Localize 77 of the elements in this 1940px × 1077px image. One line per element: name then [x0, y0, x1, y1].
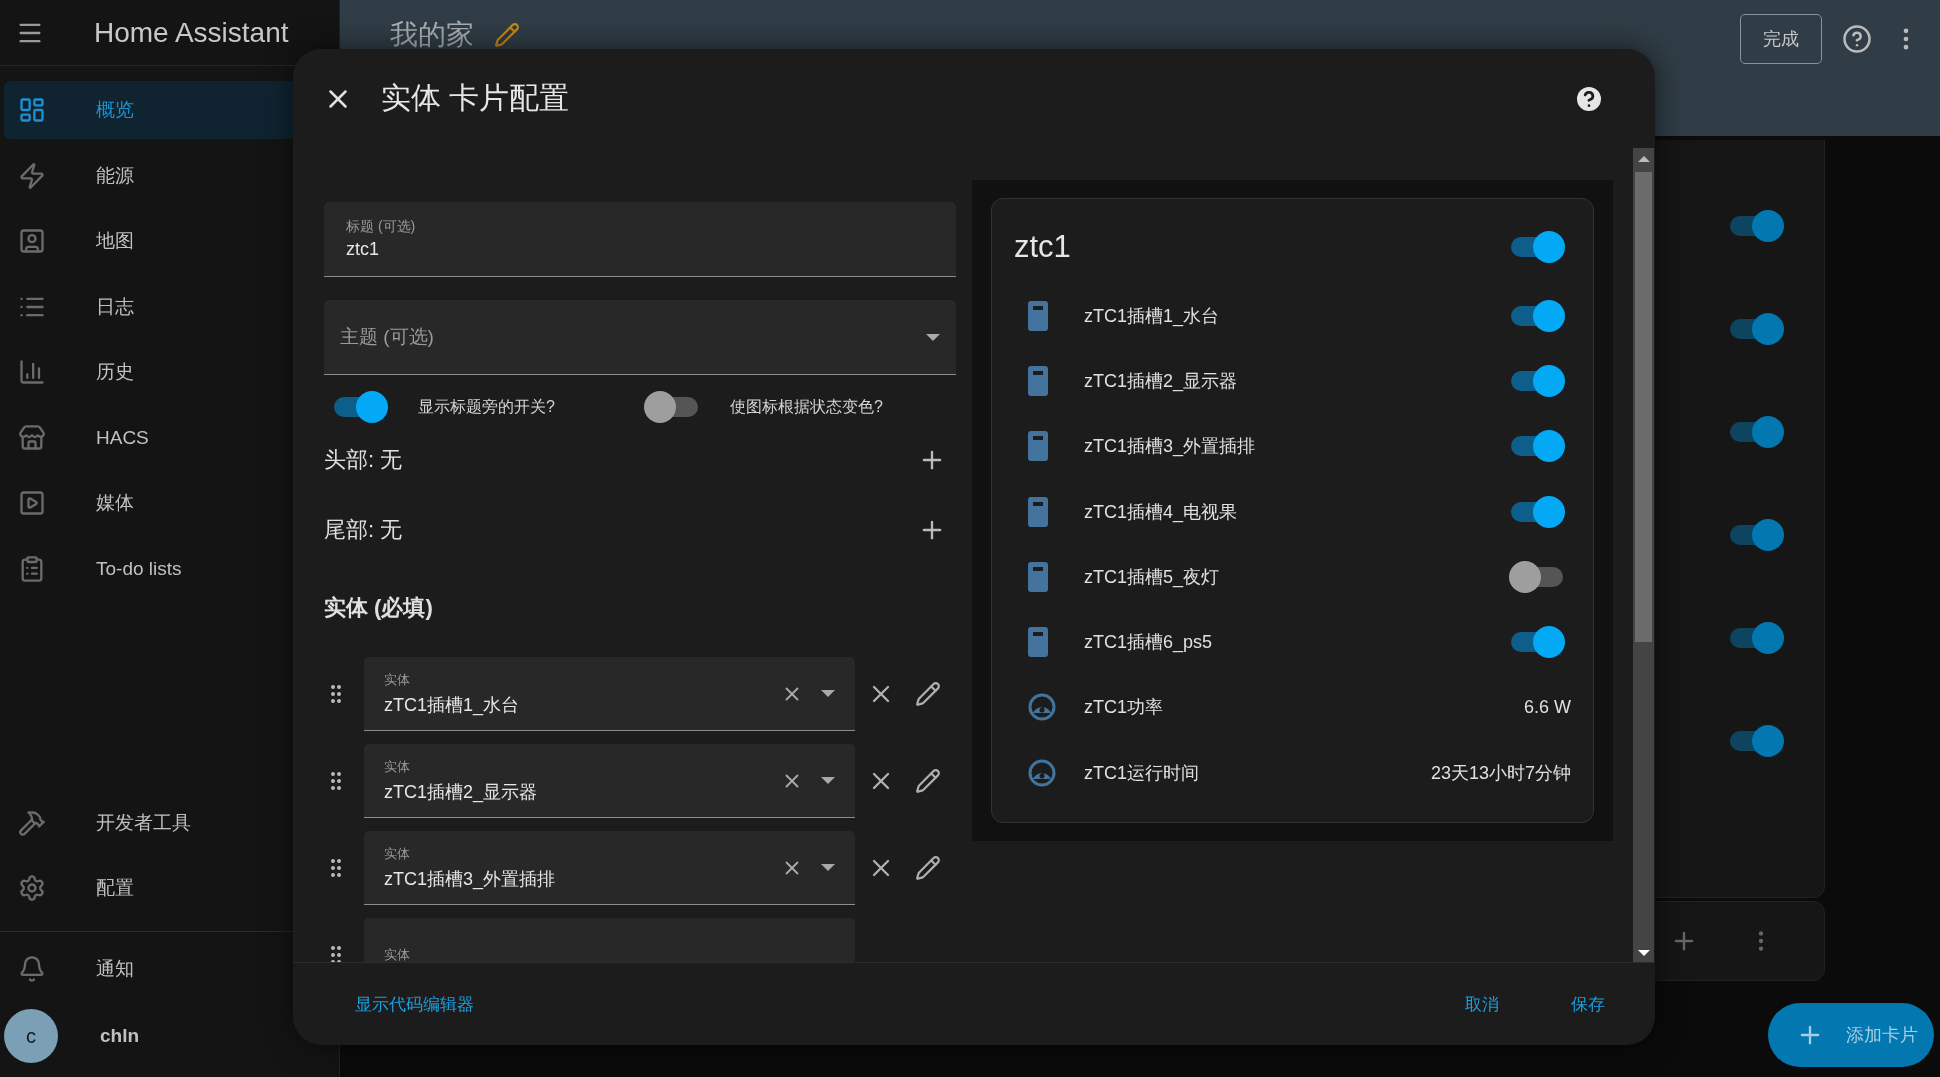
gauge-icon	[1028, 758, 1056, 787]
section-label: 尾部: 无	[324, 516, 403, 544]
entity-field[interactable]: 实体 zTC1插槽3_外置插排	[364, 831, 855, 905]
toggle-switch[interactable]	[1509, 560, 1565, 593]
entity-name: zTC1插槽6_ps5	[1084, 631, 1214, 655]
toggle-switch[interactable]	[1509, 231, 1565, 263]
toggle-switch[interactable]	[1728, 416, 1784, 448]
settings-icon	[18, 874, 46, 902]
lightning-icon	[18, 161, 46, 190]
toggle-switch[interactable]	[1509, 364, 1565, 397]
person-card-icon	[18, 227, 46, 255]
entity-name: zTC1插槽4_电视果	[1084, 500, 1239, 524]
bar-chart-icon	[18, 358, 46, 386]
hammer-icon	[18, 808, 46, 837]
device-icon	[1028, 300, 1048, 331]
switch-label: 使图标根据状态变色?	[730, 396, 883, 417]
toggle-switch[interactable]	[1728, 622, 1784, 654]
entity-name: zTC1插槽1_水台	[1084, 304, 1221, 328]
toggle-switch[interactable]	[1509, 495, 1565, 528]
section-heading: 实体 (必填)	[324, 595, 434, 621]
pencil-icon[interactable]	[915, 768, 941, 794]
user-name: chln	[100, 1025, 140, 1047]
sidebar-item[interactable]: 能源	[4, 146, 335, 205]
entity-name: zTC1插槽2_显示器	[1084, 369, 1239, 393]
toggle-switch[interactable]	[1728, 519, 1784, 551]
switch-label: 显示标题旁的开关?	[418, 396, 555, 417]
entity-name: zTC1插槽5_夜灯	[1084, 565, 1221, 589]
footer-button[interactable]: 保存	[1561, 984, 1615, 1024]
play-icon	[18, 489, 46, 517]
entity-field[interactable]: 实体	[364, 918, 855, 962]
entity-name: zTC1功率	[1084, 696, 1164, 720]
dialog-title: 实体 卡片配置	[381, 80, 570, 116]
toggle-switch[interactable]	[1728, 725, 1784, 757]
toggle-switch[interactable]	[1509, 626, 1565, 659]
toggle-switch[interactable]	[1509, 430, 1565, 463]
dashboard-title: 我的家	[390, 18, 474, 52]
scrollbar[interactable]	[1633, 148, 1654, 962]
toggle-switch[interactable]	[644, 391, 700, 423]
entity-value: 6.6 W	[1524, 696, 1571, 718]
user-avatar[interactable]: c	[4, 1009, 58, 1063]
bell-icon	[18, 954, 46, 983]
dashboard-icon	[18, 96, 46, 124]
toggle-switch[interactable]	[332, 391, 388, 423]
entity-value: 23天13小时7分钟	[1430, 761, 1571, 785]
store-icon	[18, 423, 46, 452]
device-icon	[1028, 496, 1048, 527]
caret-icon	[926, 333, 940, 341]
pencil-icon[interactable]	[915, 855, 941, 881]
app-title: Home Assistant	[94, 16, 289, 49]
entity-field[interactable]: 实体 zTC1插槽1_水台	[364, 657, 855, 731]
title-field[interactable]: 标题 (可选) ztc1	[324, 202, 956, 277]
code-editor-link[interactable]: 显示代码编辑器	[345, 984, 484, 1024]
device-icon	[1028, 431, 1048, 462]
sidebar-item[interactable]: 通知	[4, 939, 335, 998]
sidebar-item[interactable]: 配置	[4, 859, 335, 917]
footer-button[interactable]: 取消	[1455, 984, 1509, 1024]
toggle-switch[interactable]	[1728, 313, 1784, 345]
card-title: ztc1	[1014, 229, 1071, 265]
toggle-switch[interactable]	[1728, 210, 1784, 242]
device-icon	[1028, 627, 1048, 658]
entity-name: zTC1插槽3_外置插排	[1084, 435, 1257, 459]
caret-icon	[821, 777, 835, 784]
theme-select[interactable]: 主题 (可选)	[324, 300, 956, 375]
device-icon	[1028, 365, 1048, 396]
help-icon[interactable]	[1842, 24, 1872, 54]
pencil-icon[interactable]	[915, 681, 941, 707]
caret-icon	[821, 690, 835, 697]
toggle-switch[interactable]	[1509, 299, 1565, 332]
sidebar-item[interactable]: 开发者工具	[4, 793, 335, 852]
entity-name: zTC1运行时间	[1084, 761, 1200, 785]
caret-icon	[821, 864, 835, 871]
pencil-icon[interactable]	[494, 22, 520, 48]
device-icon	[1028, 561, 1048, 592]
done-button[interactable]: 完成	[1740, 14, 1822, 64]
section-label: 头部: 无	[324, 446, 403, 474]
gauge-icon	[1028, 693, 1056, 722]
entity-field[interactable]: 实体 zTC1插槽2_显示器	[364, 744, 855, 818]
